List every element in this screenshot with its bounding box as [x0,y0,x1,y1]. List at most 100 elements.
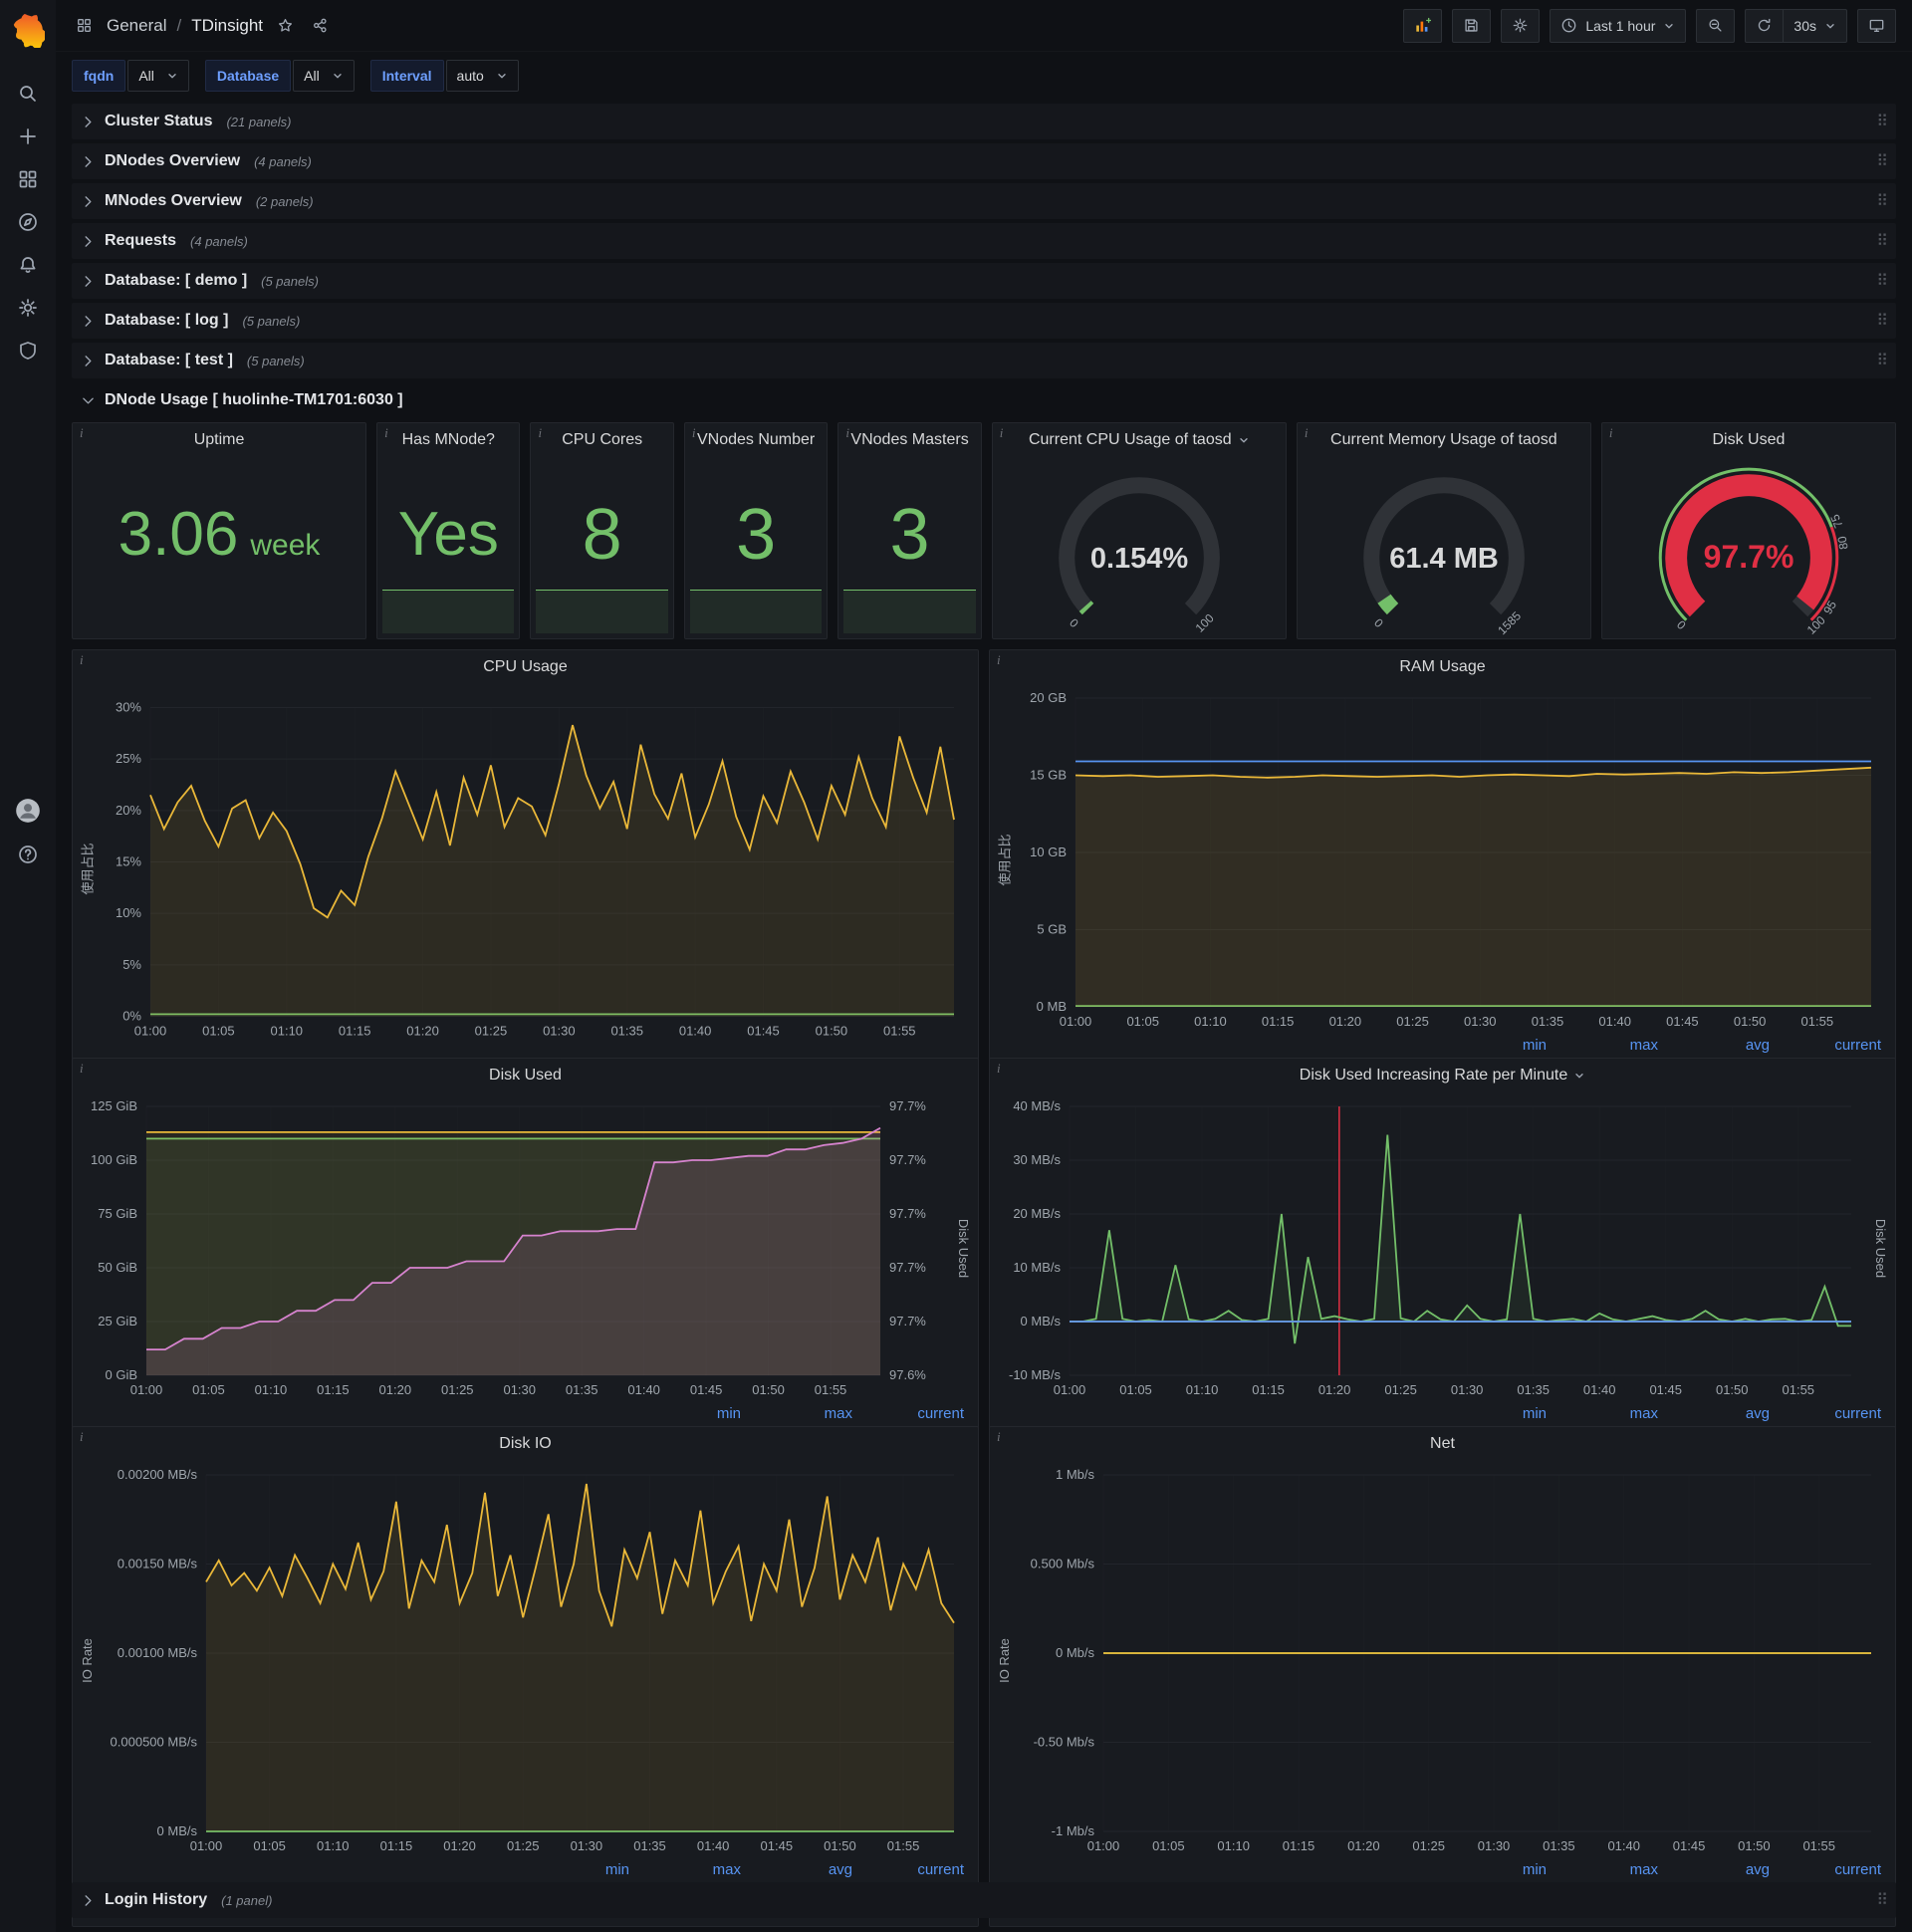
legend-column-current[interactable]: current [1770,1037,1881,1054]
row-login-history[interactable]: Login History (1 panel) ⠿ [72,1882,1896,1918]
legend-column-max[interactable]: max [741,1405,852,1422]
legend-column-min[interactable]: min [518,1861,629,1878]
panel-info-icon[interactable]: i [384,426,388,439]
ram-usage-chart[interactable]: 01:00 01:05 01:10 01:15 01:20 01:25 01:30 01:35… [1014,686,1891,1033]
alerting-bell-icon[interactable] [7,244,49,286]
legend-column-current[interactable]: current [1770,1861,1881,1878]
row-database-log[interactable]: Database: [ log ] (5 panels) ⠿ [72,303,1896,339]
panel-title[interactable]: Has MNode? [377,423,519,457]
panel-info-icon[interactable]: i [997,1430,1001,1443]
panel-info-icon[interactable]: i [1609,426,1613,439]
configuration-gear-icon[interactable] [7,287,49,329]
share-icon[interactable] [308,13,333,38]
panel-info-icon[interactable]: i [997,1062,1001,1075]
panel-info-icon[interactable]: i [1305,426,1309,439]
panel-title[interactable]: Disk Used [73,1059,978,1092]
panel-title[interactable]: Disk IO [73,1427,978,1461]
drag-handle-icon[interactable]: ⠿ [1876,311,1888,331]
svg-text:01:50: 01:50 [1716,1382,1749,1397]
panel-info-icon[interactable]: i [80,426,84,439]
svg-text:01:40: 01:40 [697,1838,730,1853]
panel-title[interactable]: Current Memory Usage of taosd [1298,423,1590,457]
row-dnode-usage[interactable]: DNode Usage [ huolinhe-TM1701:6030 ] [72,382,1896,418]
legend-column-avg[interactable]: avg [1658,1037,1770,1054]
panel-info-icon[interactable]: i [997,653,1001,666]
refresh-interval-picker[interactable]: 30s [1783,8,1847,43]
row-mnodes-overview[interactable]: MNodes Overview (2 panels) ⠿ [72,183,1896,219]
row-dnodes-overview[interactable]: DNodes Overview (4 panels) ⠿ [72,143,1896,179]
legend-column-min[interactable]: min [1435,1405,1547,1422]
breadcrumb-section[interactable]: General [107,16,166,36]
cpu-usage-chart[interactable]: 01:00 01:05 01:10 01:15 01:20 01:25 01:30 01:35… [97,686,974,1052]
disk-used-chart[interactable]: 01:00 01:05 01:10 01:15 01:20 01:25 01:30 01:35… [77,1094,954,1401]
server-admin-shield-icon[interactable] [7,330,49,371]
panel-title[interactable]: Disk Used Increasing Rate per Minute [990,1059,1895,1092]
refresh-button[interactable] [1745,8,1785,43]
disk-rate-chart[interactable]: 01:00 01:05 01:10 01:15 01:20 01:25 01:30 01:35… [994,1094,1871,1401]
search-icon[interactable] [7,73,49,115]
drag-handle-icon[interactable]: ⠿ [1876,112,1888,131]
graph-body: 01:00 01:05 01:10 01:15 01:20 01:25 01:30 01:35… [73,1092,978,1401]
drag-handle-icon[interactable]: ⠿ [1876,351,1888,370]
panel-title[interactable]: CPU Cores [531,423,672,457]
drag-handle-icon[interactable]: ⠿ [1876,191,1888,211]
legend-column-min[interactable]: min [1435,1861,1547,1878]
legend-column-max[interactable]: max [1547,1861,1658,1878]
row-cluster-status[interactable]: Cluster Status (21 panels) ⠿ [72,104,1896,139]
row-database-test[interactable]: Database: [ test ] (5 panels) ⠿ [72,343,1896,378]
explore-compass-icon[interactable] [7,201,49,243]
variable-value-interval[interactable]: auto [445,60,519,92]
cycle-view-mode-button[interactable] [1857,8,1896,43]
save-dashboard-button[interactable] [1452,8,1492,43]
star-icon[interactable] [273,13,298,38]
legend-column-min[interactable]: min [1435,1037,1547,1054]
row-requests[interactable]: Requests (4 panels) ⠿ [72,223,1896,259]
legend-column-avg[interactable]: avg [1658,1405,1770,1422]
legend-column-max[interactable]: max [629,1861,741,1878]
help-icon[interactable] [7,834,49,875]
panel-info-icon[interactable]: i [538,426,542,439]
row-database-demo[interactable]: Database: [ demo ] (5 panels) ⠿ [72,263,1896,299]
panel-info-icon[interactable]: i [80,1430,84,1443]
panel-info-icon[interactable]: i [845,426,849,439]
variable-value-database[interactable]: All [293,60,355,92]
panel-title[interactable]: RAM Usage [990,650,1895,684]
drag-handle-icon[interactable]: ⠿ [1876,231,1888,251]
legend-column-current[interactable]: current [852,1861,964,1878]
panel-info-icon[interactable]: i [692,426,696,439]
panel-title[interactable]: Net [990,1427,1895,1461]
panel-title[interactable]: VNodes Masters [838,423,980,457]
add-panel-button[interactable] [1403,8,1443,43]
zoom-out-button[interactable] [1696,8,1736,43]
panel-title[interactable]: Disk Used [1602,423,1895,457]
drag-handle-icon[interactable]: ⠿ [1876,271,1888,291]
panel-info-icon[interactable]: i [1000,426,1004,439]
grafana-logo-icon[interactable] [11,14,48,50]
panel-info-icon[interactable]: i [80,1062,84,1075]
variable-value-fqdn[interactable]: All [127,60,189,92]
net-chart[interactable]: 01:00 01:05 01:10 01:15 01:20 01:25 01:30 01:35… [1014,1463,1891,1857]
legend-column-avg[interactable]: avg [741,1861,852,1878]
svg-text:5 GB: 5 GB [1037,922,1067,937]
legend-column-max[interactable]: max [1547,1405,1658,1422]
panel-title[interactable]: Uptime [73,423,365,457]
panel-title[interactable]: CPU Usage [73,650,978,684]
legend-column-avg[interactable]: avg [1658,1861,1770,1878]
panel-title[interactable]: Current CPU Usage of taosd [993,423,1286,457]
legend-column-max[interactable]: max [1547,1037,1658,1054]
create-plus-icon[interactable] [7,116,49,157]
time-range-picker[interactable]: Last 1 hour [1550,8,1687,43]
drag-handle-icon[interactable]: ⠿ [1876,1890,1888,1910]
legend-column-min[interactable]: min [629,1405,741,1422]
dashboard-settings-button[interactable] [1501,8,1541,43]
dashboards-grid-icon[interactable] [7,158,49,200]
legend-column-current[interactable]: current [1770,1405,1881,1422]
user-avatar[interactable] [7,790,49,832]
svg-text:01:45: 01:45 [761,1838,794,1853]
disk-io-chart[interactable]: 01:00 01:05 01:10 01:15 01:20 01:25 01:30 01:35… [97,1463,974,1857]
panel-title[interactable]: VNodes Number [685,423,827,457]
drag-handle-icon[interactable]: ⠿ [1876,151,1888,171]
breadcrumb-title[interactable]: TDinsight [191,16,263,36]
panel-info-icon[interactable]: i [80,653,84,666]
legend-column-current[interactable]: current [852,1405,964,1422]
